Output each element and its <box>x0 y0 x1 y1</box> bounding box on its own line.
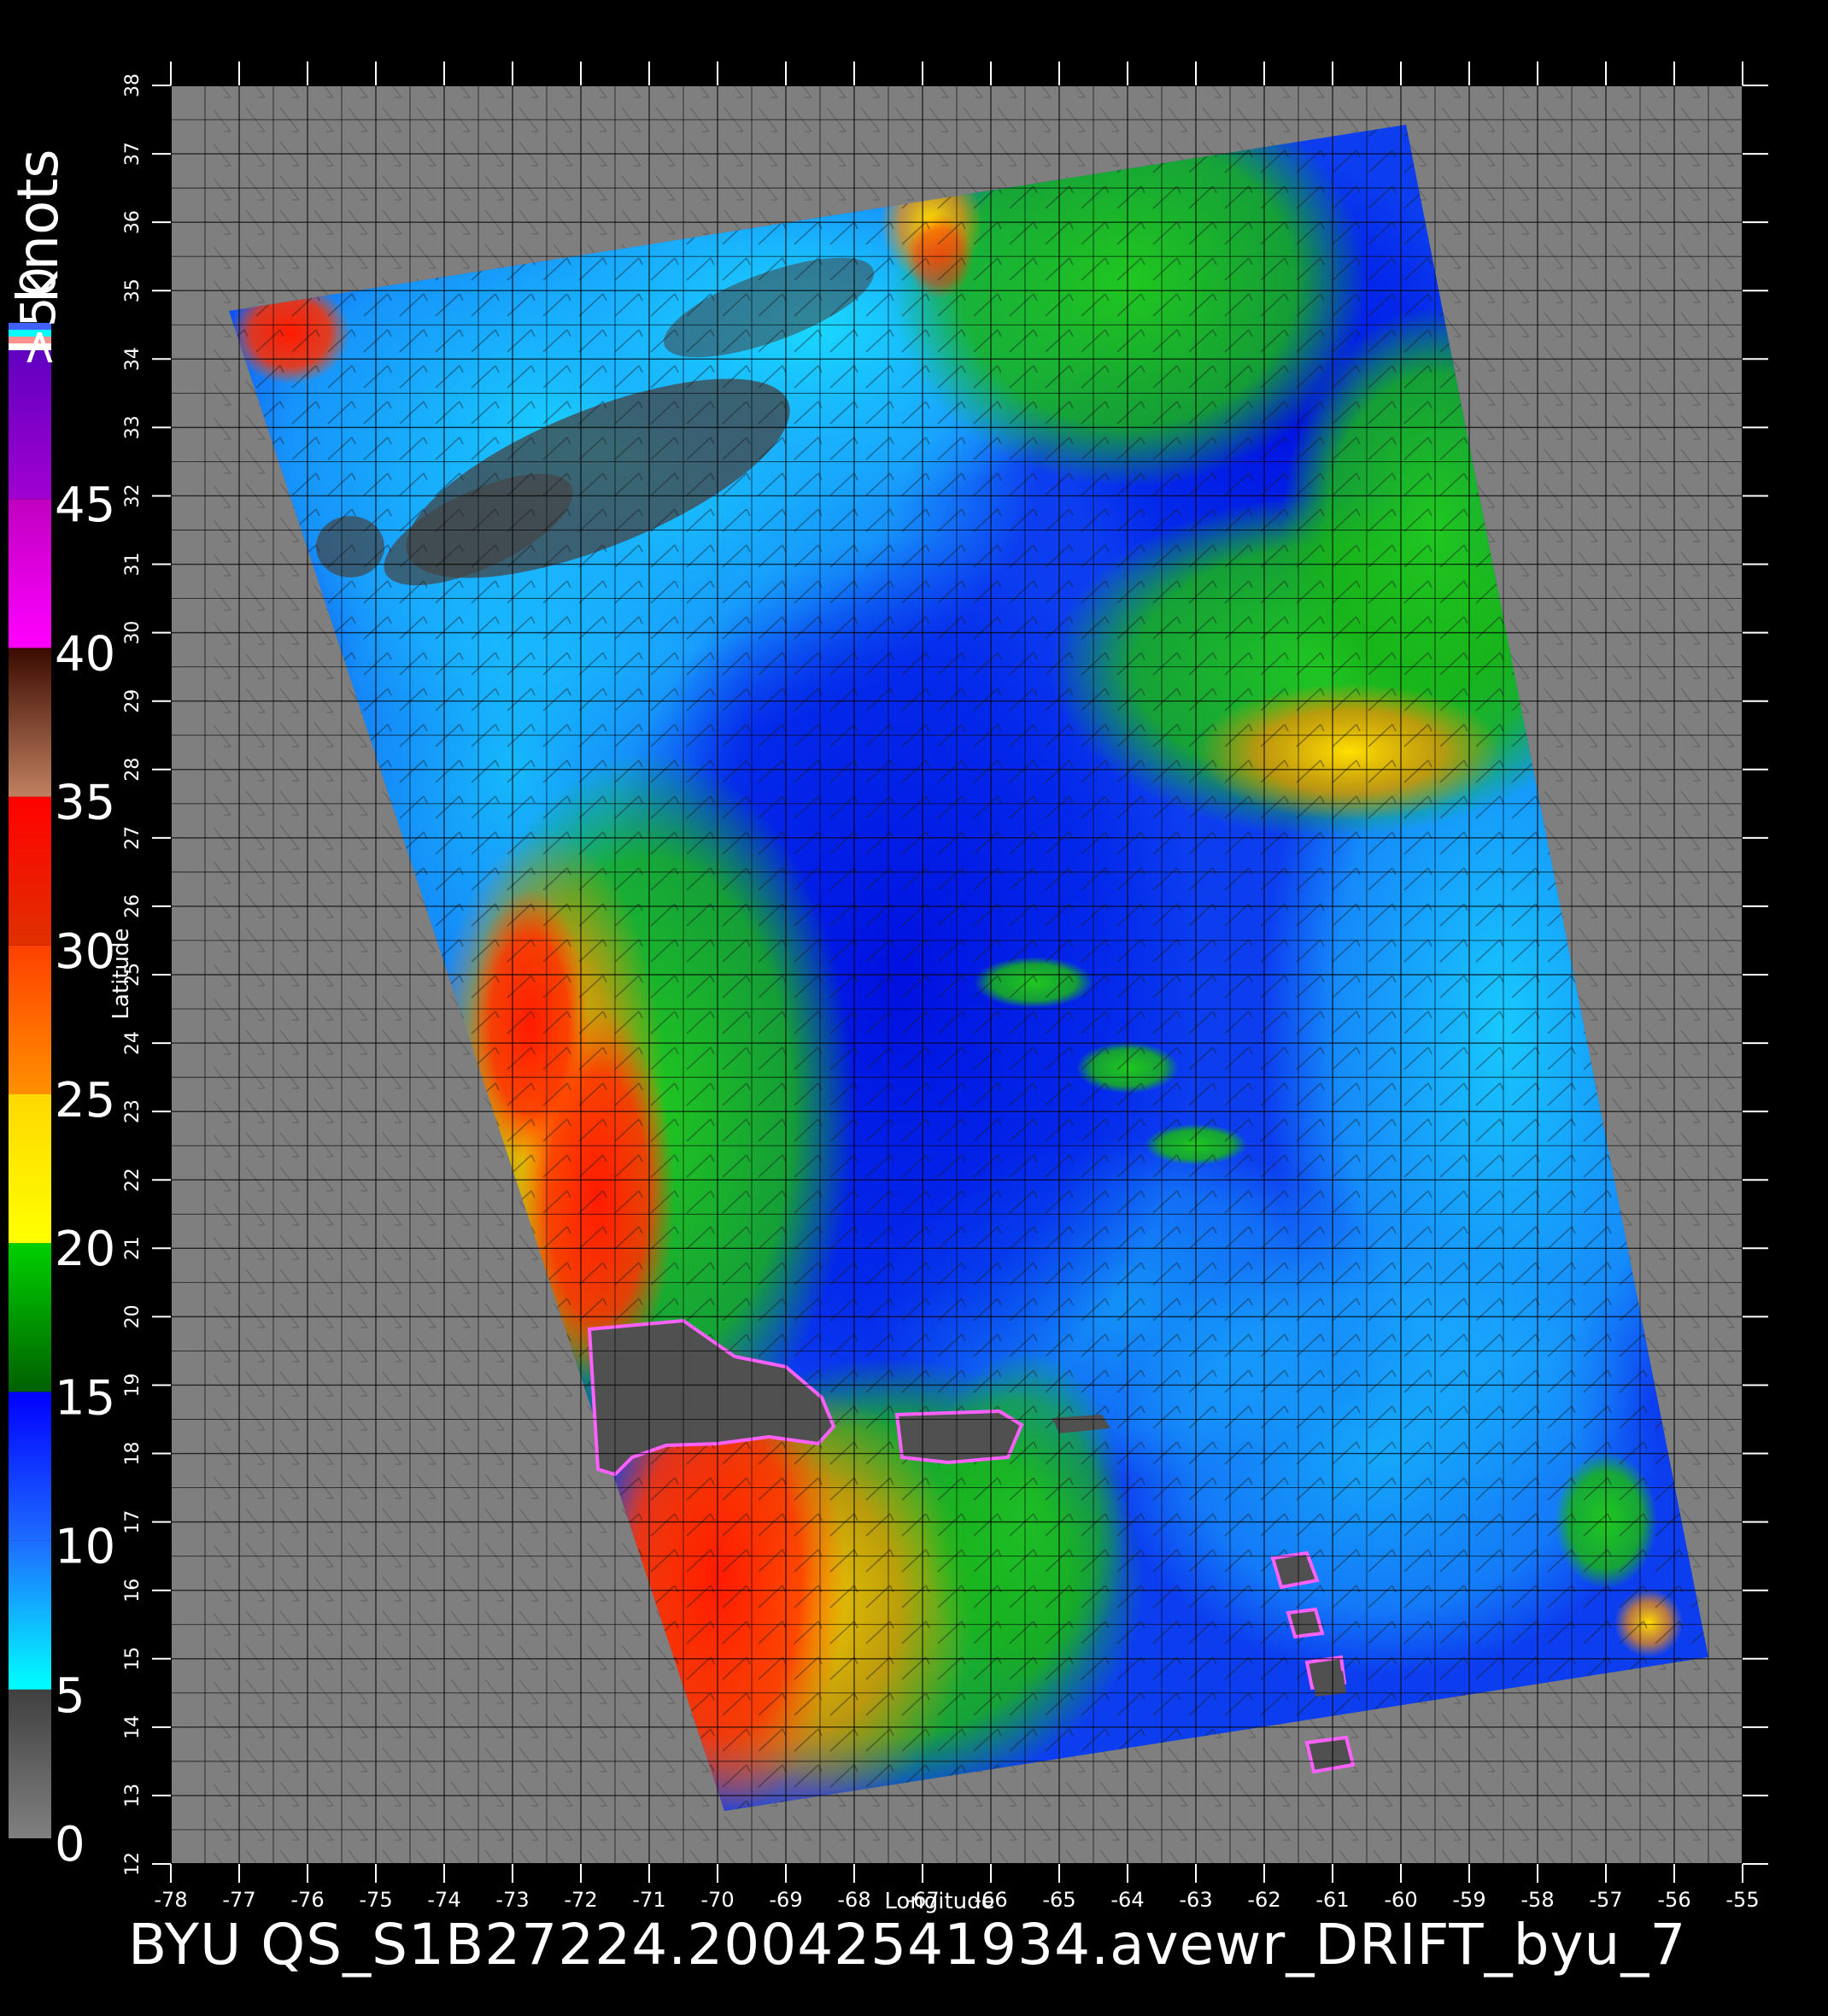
colorbar-segment <box>9 350 51 500</box>
lat-tick-label: 20 <box>122 1304 144 1328</box>
colorbar-segment <box>9 1094 51 1244</box>
guadeloupe <box>1270 1550 1320 1590</box>
lat-tick-label: 31 <box>122 553 144 577</box>
colorbar-segment <box>9 945 51 1094</box>
lon-tick-label: -72 <box>564 1888 597 1912</box>
colorbar-label: 40 <box>55 626 115 682</box>
lon-tick-label: -59 <box>1452 1888 1485 1912</box>
lon-tick-label: -76 <box>290 1888 324 1912</box>
colorbar-label: 25 <box>55 1073 115 1128</box>
lat-tick-label: 34 <box>122 347 144 371</box>
lat-tick-label: 37 <box>122 142 144 166</box>
colorbar-segment <box>9 499 51 648</box>
lon-tick-label: -74 <box>427 1888 460 1912</box>
colorbar-segment <box>9 648 51 797</box>
colorbar-label: 30 <box>55 924 115 980</box>
lat-tick-label: 36 <box>122 210 144 234</box>
lat-tick-label: 30 <box>122 621 144 645</box>
lat-tick-label: 38 <box>122 73 144 97</box>
dominica <box>1286 1607 1325 1639</box>
lat-tick-label: 14 <box>122 1715 144 1739</box>
colorbar-label: 45 <box>55 478 115 533</box>
lon-tick-label: -56 <box>1657 1888 1690 1912</box>
lat-tick-label: 24 <box>122 1031 144 1055</box>
lon-tick-label: -60 <box>1384 1888 1417 1912</box>
lat-tick-label: 18 <box>122 1442 144 1466</box>
colorbar-segment <box>9 1540 51 1690</box>
lat-tick-label: 23 <box>122 1099 144 1123</box>
barbados-area <box>1304 1735 1356 1774</box>
lon-tick-label: -61 <box>1315 1888 1349 1912</box>
lon-tick-label: -57 <box>1589 1888 1622 1912</box>
lat-tick-label: 17 <box>122 1510 144 1534</box>
lon-tick-label: -75 <box>359 1888 392 1912</box>
lat-tick-label: 35 <box>122 278 144 302</box>
lon-tick-label: -71 <box>632 1888 665 1912</box>
lat-tick-label: 33 <box>122 415 144 439</box>
puerto-rico <box>894 1409 1024 1465</box>
lon-tick-label: -68 <box>837 1888 870 1912</box>
lon-tick-label: -55 <box>1725 1888 1759 1912</box>
colorbar-segment <box>9 796 51 946</box>
lon-tick-label: -64 <box>1110 1888 1144 1912</box>
colorbar-segment <box>9 1689 51 1838</box>
lon-tick-label: -63 <box>1179 1888 1212 1912</box>
colorbar-label: 0 <box>55 1817 85 1872</box>
colorbar-label: 15 <box>55 1370 115 1426</box>
lon-tick-label: -69 <box>769 1888 802 1912</box>
figure-footer-title: BYU QS_S1B27224.20042541934.avewr_DRIFT_… <box>128 1912 1687 1978</box>
colorbar-segment <box>9 1243 51 1392</box>
colorbar-label: 35 <box>55 776 115 831</box>
lat-tick-label: 21 <box>122 1236 144 1260</box>
colorbar-label: 5 <box>55 1668 85 1724</box>
lon-tick-label: -65 <box>1042 1888 1075 1912</box>
lat-tick-label: 12 <box>122 1852 144 1876</box>
lat-tick-label: 29 <box>122 689 144 713</box>
wind-speed-map: -78 -77 -76 -75 -74 -73 -72 -71 -70 -69 -68 -67 -66-… <box>9 62 1768 1914</box>
lat-tick-label: 27 <box>122 826 144 850</box>
longitude-axis-title: Longitude <box>884 1889 994 1914</box>
lat-tick-label: 19 <box>122 1373 144 1397</box>
colorbar-label: 20 <box>55 1222 115 1277</box>
lon-tick-label: -78 <box>154 1888 187 1912</box>
lon-tick-label: -58 <box>1520 1888 1554 1912</box>
lat-tick-label: 32 <box>122 483 144 507</box>
colorbar: 051015202530354045>50 <box>9 267 115 1872</box>
lon-tick-label: -73 <box>495 1888 529 1912</box>
colorbar-segment <box>9 1392 51 1541</box>
lat-tick-label: 13 <box>122 1784 144 1808</box>
lon-tick-label: -77 <box>222 1888 255 1912</box>
lon-tick-label: -70 <box>700 1888 734 1912</box>
lat-tick-label: 16 <box>122 1579 144 1603</box>
lon-tick-label: -62 <box>1247 1888 1280 1912</box>
lat-tick-label: 15 <box>122 1647 144 1671</box>
units-label: knots <box>5 149 71 303</box>
lat-tick-label: 22 <box>122 1168 144 1192</box>
colorbar-label: 10 <box>55 1520 115 1575</box>
lat-tick-label: 28 <box>122 758 144 782</box>
lat-tick-label: 26 <box>122 894 144 918</box>
